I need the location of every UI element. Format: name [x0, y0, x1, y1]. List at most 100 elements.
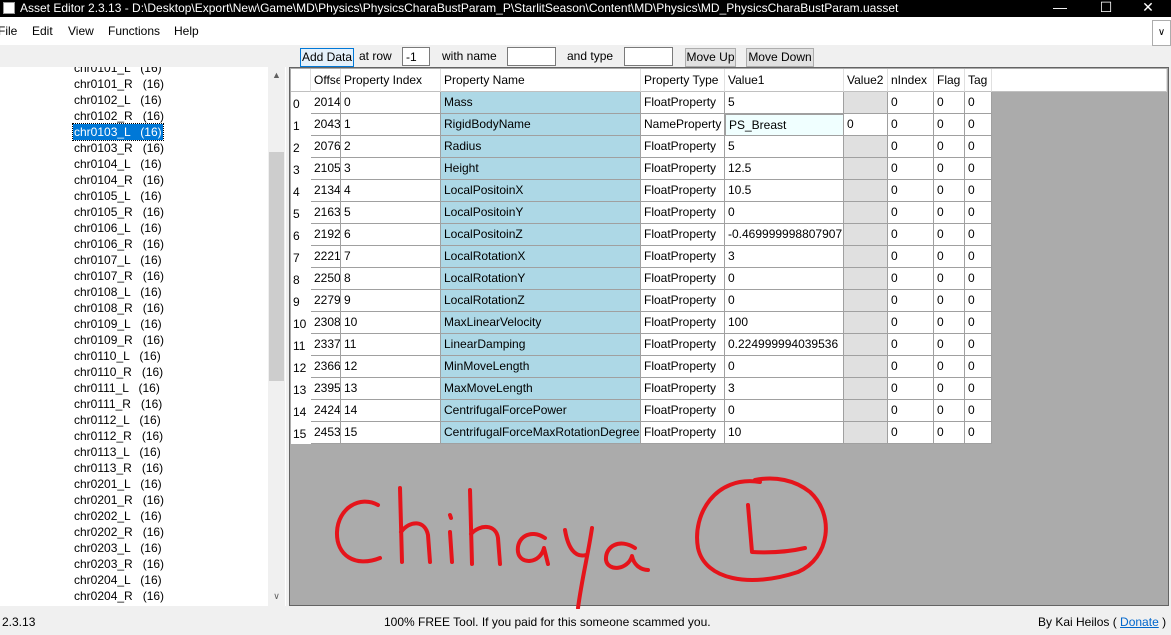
tree-item[interactable]: chr0104_L (16): [73, 156, 163, 172]
col-header-property-index[interactable]: Property Index: [341, 69, 441, 92]
tree-item[interactable]: chr0202_R (16): [73, 524, 165, 540]
grid-cell-tag[interactable]: 0: [965, 114, 992, 136]
grid-cell-value2[interactable]: [844, 334, 888, 356]
grid-cell-tag[interactable]: 0: [965, 158, 992, 180]
tree-item[interactable]: chr0203_R (16): [73, 556, 165, 572]
grid-cell-offset[interactable]: 2250: [311, 268, 341, 290]
row-header[interactable]: 8: [291, 268, 311, 290]
grid-cell-property-name[interactable]: MinMoveLength: [441, 356, 641, 378]
grid-corner-header[interactable]: [291, 69, 311, 92]
grid-cell-tag[interactable]: 0: [965, 312, 992, 334]
grid-cell-property-index[interactable]: 5: [341, 202, 441, 224]
menu-functions[interactable]: Functions: [108, 17, 160, 45]
tree-item[interactable]: chr0106_L (16): [73, 220, 163, 236]
close-button[interactable]: ✕: [1125, 0, 1171, 17]
grid-cell-value2[interactable]: [844, 378, 888, 400]
tree-item[interactable]: chr0101_L (16): [73, 67, 163, 76]
grid-cell-value1[interactable]: 12.5: [725, 158, 844, 180]
grid-cell-property-name[interactable]: Mass: [441, 92, 641, 114]
grid-cell-value1[interactable]: -0.469999998807907: [725, 224, 844, 246]
grid-cell-tag[interactable]: 0: [965, 356, 992, 378]
tree-item[interactable]: chr0201_R (16): [73, 492, 165, 508]
grid-cell-offset[interactable]: 2076: [311, 136, 341, 158]
row-header[interactable]: 11: [291, 334, 311, 356]
grid-cell-property-type[interactable]: FloatProperty: [641, 158, 725, 180]
tree-item[interactable]: chr0105_R (16): [73, 204, 165, 220]
grid-cell-property-name[interactable]: LocalRotationX: [441, 246, 641, 268]
grid-cell-nindex[interactable]: 0: [888, 92, 934, 114]
grid-cell-value1[interactable]: 0: [725, 202, 844, 224]
grid-cell-value1[interactable]: 3: [725, 246, 844, 268]
grid-cell-nindex[interactable]: 0: [888, 334, 934, 356]
grid-cell-property-name[interactable]: LinearDamping: [441, 334, 641, 356]
tree-item[interactable]: chr0203_L (16): [73, 540, 163, 556]
name-input[interactable]: [507, 47, 556, 66]
grid-cell-offset[interactable]: 2014: [311, 92, 341, 114]
tree-item[interactable]: chr0201_L (16): [73, 476, 163, 492]
grid-cell-value2[interactable]: [844, 290, 888, 312]
grid-cell-tag[interactable]: 0: [965, 202, 992, 224]
grid-cell-value1[interactable]: 0: [725, 356, 844, 378]
grid-cell-property-index[interactable]: 15: [341, 422, 441, 444]
grid-cell-property-name[interactable]: RigidBodyName: [441, 114, 641, 136]
grid-cell-property-type[interactable]: FloatProperty: [641, 202, 725, 224]
grid-cell-property-type[interactable]: FloatProperty: [641, 224, 725, 246]
grid-cell-flag[interactable]: 0: [934, 114, 965, 136]
tree-item[interactable]: chr0113_R (16): [73, 460, 164, 476]
grid-cell-offset[interactable]: 2163: [311, 202, 341, 224]
tree-item[interactable]: chr0105_L (16): [73, 188, 163, 204]
grid-cell-property-name[interactable]: LocalRotationZ: [441, 290, 641, 312]
grid-cell-flag[interactable]: 0: [934, 246, 965, 268]
grid-cell-property-name[interactable]: LocalPositoinX: [441, 180, 641, 202]
grid-cell-value1[interactable]: 5: [725, 92, 844, 114]
grid-cell-property-index[interactable]: 9: [341, 290, 441, 312]
row-header[interactable]: 7: [291, 246, 311, 268]
tree-item[interactable]: chr0113_L (16): [73, 444, 162, 460]
grid-cell-offset[interactable]: 2221: [311, 246, 341, 268]
row-header[interactable]: 6: [291, 224, 311, 246]
grid-cell-value2[interactable]: [844, 356, 888, 378]
grid-cell-value2[interactable]: [844, 92, 888, 114]
grid-cell-property-name[interactable]: CentrifugalForcePower: [441, 400, 641, 422]
row-header[interactable]: 2: [291, 136, 311, 158]
tree-item[interactable]: chr0112_R (16): [73, 428, 164, 444]
grid-cell-offset[interactable]: 2043: [311, 114, 341, 136]
tree-item[interactable]: chr0108_R (16): [73, 300, 165, 316]
row-header[interactable]: 12: [291, 356, 311, 378]
grid-cell-offset[interactable]: 2453: [311, 422, 341, 444]
tree-item[interactable]: chr0107_R (16): [73, 268, 165, 284]
grid-cell-flag[interactable]: 0: [934, 334, 965, 356]
menu-help[interactable]: Help: [174, 17, 199, 45]
grid-cell-property-type[interactable]: FloatProperty: [641, 290, 725, 312]
menu-file[interactable]: File: [0, 17, 17, 45]
grid-cell-value1[interactable]: 10.5: [725, 180, 844, 202]
grid-cell-tag[interactable]: 0: [965, 422, 992, 444]
grid-cell-nindex[interactable]: 0: [888, 356, 934, 378]
grid-cell-nindex[interactable]: 0: [888, 378, 934, 400]
grid-cell-offset[interactable]: 2308: [311, 312, 341, 334]
grid-cell-value1[interactable]: 0.224999994039536: [725, 334, 844, 356]
grid-cell-property-index[interactable]: 0: [341, 92, 441, 114]
menu-edit[interactable]: Edit: [32, 17, 53, 45]
tree-item[interactable]: chr0102_R (16): [73, 108, 165, 124]
grid-cell-tag[interactable]: 0: [965, 334, 992, 356]
grid-cell-value2[interactable]: [844, 400, 888, 422]
grid-cell-value1[interactable]: 10: [725, 422, 844, 444]
tree-item[interactable]: chr0111_R (16): [73, 396, 163, 412]
col-header-offset[interactable]: Offset: [311, 69, 341, 92]
grid-cell-property-type[interactable]: NameProperty: [641, 114, 725, 136]
grid-cell-flag[interactable]: 0: [934, 158, 965, 180]
scroll-up-icon[interactable]: ▲: [268, 67, 285, 84]
grid-cell-property-index[interactable]: 8: [341, 268, 441, 290]
grid-cell-nindex[interactable]: 0: [888, 224, 934, 246]
tree-item[interactable]: chr0102_L (16): [73, 92, 163, 108]
grid-cell-tag[interactable]: 0: [965, 400, 992, 422]
grid-cell-value2[interactable]: [844, 268, 888, 290]
tree-item[interactable]: chr0108_L (16): [73, 284, 163, 300]
grid-cell-property-type[interactable]: FloatProperty: [641, 268, 725, 290]
tree-item[interactable]: chr0112_L (16): [73, 412, 162, 428]
grid-cell-value2[interactable]: [844, 136, 888, 158]
chevron-down-icon[interactable]: ∨: [1152, 20, 1171, 46]
grid-cell-value2[interactable]: [844, 202, 888, 224]
grid-cell-flag[interactable]: 0: [934, 312, 965, 334]
